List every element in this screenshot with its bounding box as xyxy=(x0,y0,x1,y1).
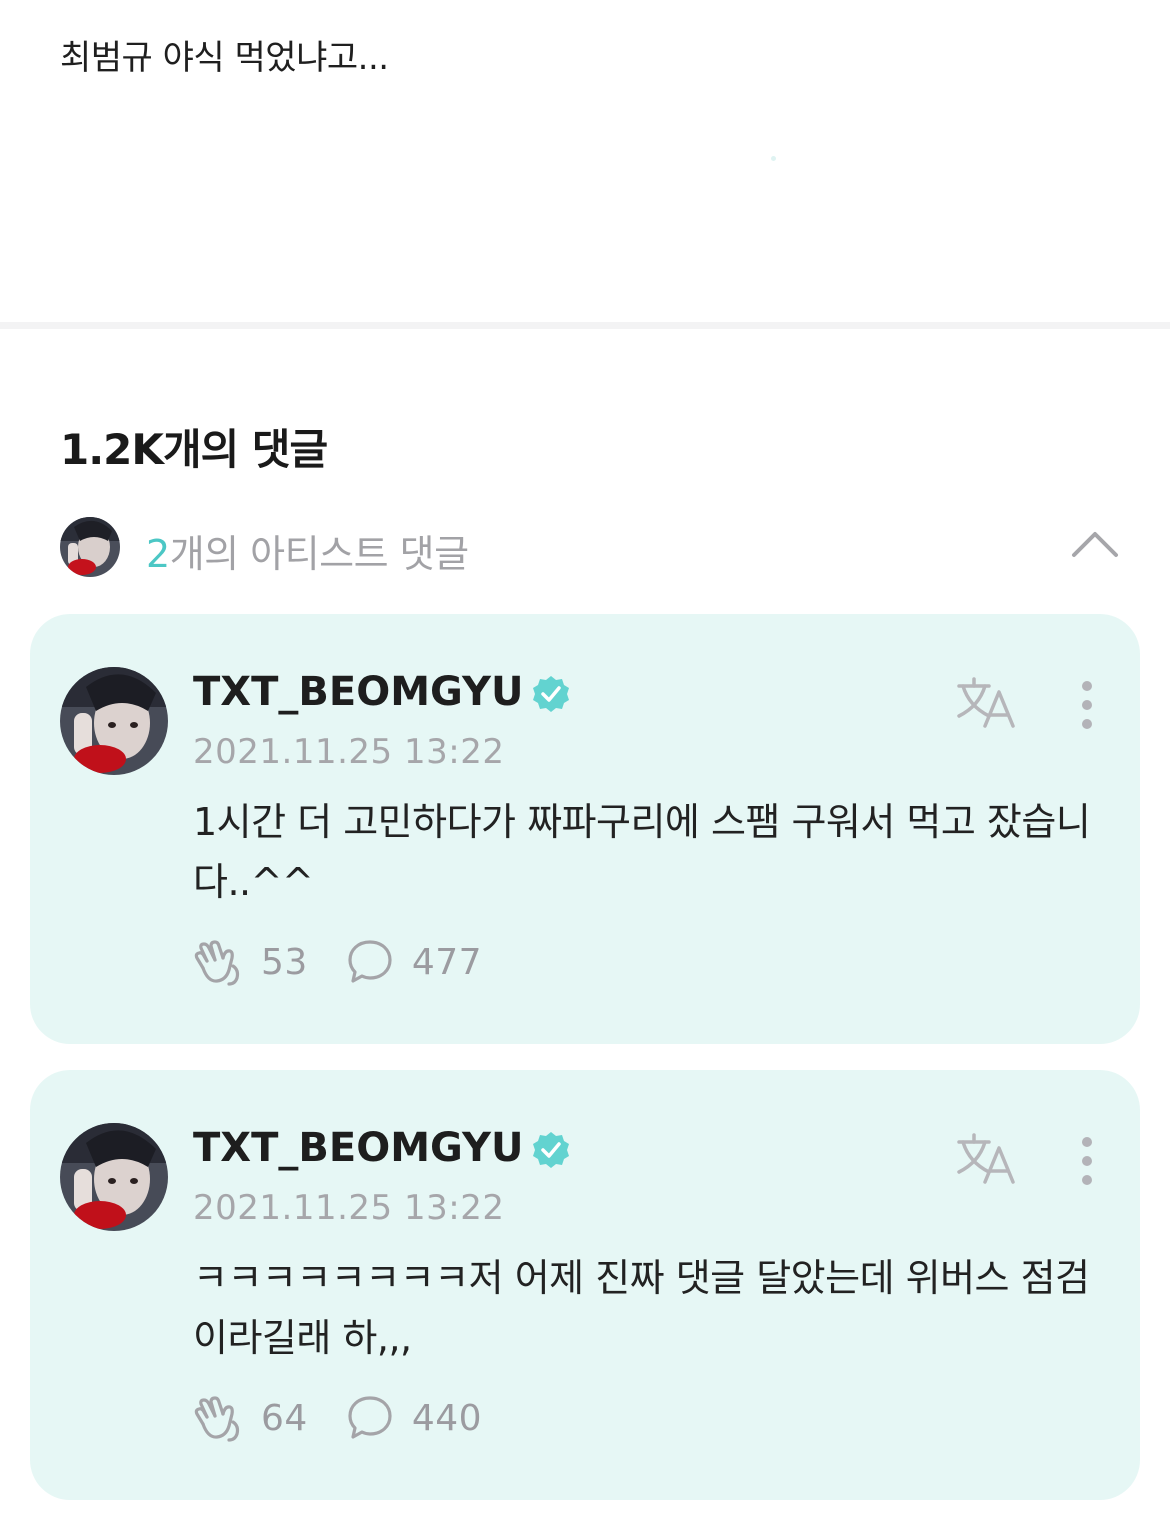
artist-avatar xyxy=(60,517,120,577)
artist-comments-suffix: 개의 아티스트 댓글 xyxy=(169,532,469,576)
artist-comments-label: 2개의 아티스트 댓글 xyxy=(146,523,469,578)
more-options-icon[interactable] xyxy=(1070,1136,1104,1186)
decorative-dot xyxy=(771,156,776,161)
clap-icon xyxy=(194,940,240,986)
artist-comment-card: TXT_BEOMGYU 2021.11.25 13:22 ㅋㅋㅋㅋㅋㅋㅋㅋ저 어… xyxy=(30,1070,1140,1500)
translate-icon[interactable] xyxy=(955,1132,1019,1186)
translate-icon[interactable] xyxy=(955,676,1019,730)
comment-date: 2021.11.25 13:22 xyxy=(193,732,505,772)
post-text: 최범규 야식 먹었냐고... xyxy=(60,38,389,78)
artist-comment-card: TXT_BEOMGYU 2021.11.25 13:22 1시간 더 고민하다가… xyxy=(30,614,1140,1044)
artist-comments-count: 2 xyxy=(146,532,170,576)
comment-date: 2021.11.25 13:22 xyxy=(193,1188,505,1228)
section-divider xyxy=(0,322,1170,329)
comment-text: 1시간 더 고민하다가 짜파구리에 스팸 구워서 먹고 잤습니다..^^ xyxy=(193,800,1091,904)
comment-text: ㅋㅋㅋㅋㅋㅋㅋㅋ저 어제 진짜 댓글 달았는데 위버스 점검이라길래 하,,, xyxy=(193,1256,1090,1360)
author-avatar[interactable] xyxy=(60,667,168,775)
reply-count: 440 xyxy=(411,1397,483,1439)
verified-badge-icon xyxy=(531,1130,571,1170)
chevron-up-icon[interactable] xyxy=(1070,523,1120,563)
clap-icon xyxy=(194,1396,240,1442)
verified-badge-icon xyxy=(531,674,571,714)
comment-actions: 64 440 xyxy=(193,1393,520,1443)
author-avatar[interactable] xyxy=(60,1123,168,1231)
like-count: 53 xyxy=(261,941,308,983)
comments-count-header: 1.2K개의 댓글 xyxy=(60,425,328,474)
speech-bubble-icon xyxy=(348,1396,392,1439)
like-button[interactable]: 53 xyxy=(193,938,308,986)
reply-button[interactable]: 477 xyxy=(346,938,482,986)
comment-actions: 53 477 xyxy=(193,937,520,987)
author-name[interactable]: TXT_BEOMGYU xyxy=(193,1125,523,1171)
artist-comments-toggle[interactable]: 2개의 아티스트 댓글 xyxy=(60,517,1120,577)
reply-button[interactable]: 440 xyxy=(346,1394,482,1442)
more-options-icon[interactable] xyxy=(1070,680,1104,730)
like-count: 64 xyxy=(261,1397,308,1439)
like-button[interactable]: 64 xyxy=(193,1394,308,1442)
speech-bubble-icon xyxy=(348,940,392,983)
reply-count: 477 xyxy=(411,941,483,983)
author-name[interactable]: TXT_BEOMGYU xyxy=(193,669,523,715)
